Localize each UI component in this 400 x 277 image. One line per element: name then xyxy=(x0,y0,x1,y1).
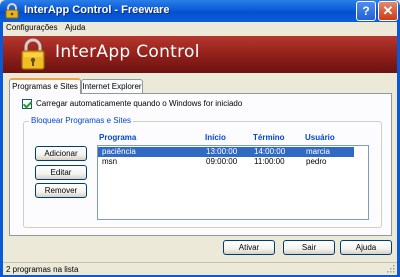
tab-internet-explorer[interactable]: Internet Explorer xyxy=(81,79,143,94)
menu-configuracoes[interactable]: Configurações xyxy=(6,23,58,32)
menu-bar: Configurações Ajuda xyxy=(3,22,397,35)
padlock-icon xyxy=(5,3,19,19)
add-button[interactable]: Adicionar xyxy=(35,146,87,161)
banner-padlock-icon xyxy=(21,38,45,70)
activate-button[interactable]: Ativar xyxy=(223,240,275,255)
exit-button[interactable]: Sair xyxy=(283,240,335,255)
menu-ajuda[interactable]: Ajuda xyxy=(65,23,85,32)
column-header-programa[interactable]: Programa xyxy=(99,133,136,142)
close-button[interactable]: ✕ xyxy=(378,1,398,21)
program-list[interactable]: paciência 13:00:00 14:00:00 marcia msn 0… xyxy=(97,145,369,220)
cell-inicio: 09:00:00 xyxy=(206,157,238,166)
block-group-legend: Bloquear Programas e Sites xyxy=(29,116,134,125)
resize-grip-icon[interactable] xyxy=(385,263,395,273)
edit-button[interactable]: Editar xyxy=(35,165,87,180)
column-header-usuario[interactable]: Usuário xyxy=(305,133,335,142)
column-header-termino[interactable]: Término xyxy=(253,133,285,142)
cell-termino: 11:00:00 xyxy=(254,157,285,166)
remove-button[interactable]: Remover xyxy=(35,183,87,198)
list-row[interactable]: paciência 13:00:00 14:00:00 marcia xyxy=(98,147,354,157)
help-button[interactable]: Ajuda xyxy=(340,240,392,255)
cell-termino: 14:00:00 xyxy=(254,147,286,156)
autostart-checkbox[interactable] xyxy=(22,99,32,109)
app-banner: InterApp Control xyxy=(3,36,397,73)
cell-inicio: 13:00:00 xyxy=(206,147,238,156)
status-bar: 2 programas na lista xyxy=(3,262,397,275)
column-header-inicio[interactable]: Início xyxy=(205,133,226,142)
autostart-label[interactable]: Carregar automaticamente quando o Window… xyxy=(36,99,242,108)
banner-title: InterApp Control xyxy=(55,42,200,62)
status-text: 2 programas na lista xyxy=(6,265,79,274)
tab-programas-e-sites[interactable]: Programas e Sites xyxy=(9,78,81,94)
cell-programa: paciência xyxy=(102,147,136,156)
title-bar: InterApp Control - Freeware ? ✕ xyxy=(0,0,400,22)
list-row[interactable]: msn 09:00:00 11:00:00 pedro xyxy=(98,157,354,167)
cell-usuario: marcia xyxy=(306,147,331,156)
cell-usuario: pedro xyxy=(306,157,327,166)
cell-programa: msn xyxy=(102,157,118,166)
window-title: InterApp Control - Freeware xyxy=(24,4,170,16)
help-title-button[interactable]: ? xyxy=(356,1,376,21)
